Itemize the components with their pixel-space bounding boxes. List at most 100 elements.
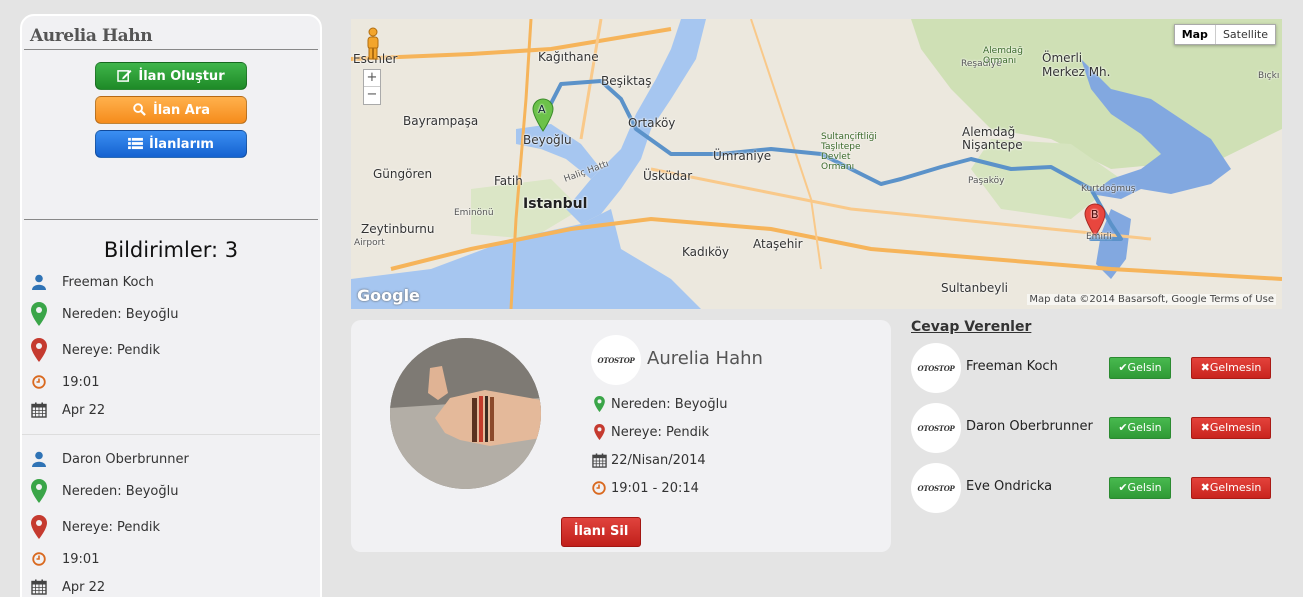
listing-date-row: 22/Nisan/2014 (591, 452, 706, 468)
map-label: Paşaköy (968, 176, 1005, 186)
responder-row: OTOSTOP Eve Ondricka ✔Gelsin ✖Gelmesin (911, 463, 1281, 513)
responder-name: Eve Ondricka (966, 479, 1053, 494)
notification-date-row: Apr 22 (28, 573, 320, 597)
notification-name-row: Daron Oberbrunner (28, 445, 320, 473)
map-label: Bıçkı (1258, 71, 1280, 81)
map-label: Üsküdar (643, 169, 693, 183)
close-icon: ✖ (1200, 361, 1210, 374)
notification-item[interactable]: Freeman Koch Nereden: Beyoğlu Nereye: Pe… (22, 268, 320, 424)
accept-button[interactable]: ✔Gelsin (1109, 477, 1171, 499)
listing-time-row: 19:01 - 20:14 (591, 480, 699, 496)
map-marker-icon (30, 515, 48, 539)
street-view-pegman-icon[interactable] (365, 27, 381, 61)
map-label: Sultançiftliği Taşlıtepe Devlet Ormanı (821, 132, 877, 172)
notification-time-row: 19:01 (28, 545, 320, 573)
responder-avatar-logo: OTOSTOP (917, 363, 955, 373)
responder-avatar: OTOSTOP (911, 463, 961, 513)
check-icon: ✔ (1118, 481, 1128, 494)
owner-avatar-logo: OTOSTOP (597, 355, 635, 365)
listing-card: OTOSTOP Aurelia Hahn Nereden: Beyoğlu Ne… (351, 320, 891, 552)
responders-title: Cevap Verenler (911, 319, 1032, 335)
route-map[interactable]: A B Esenler Kağıthane Beşiktaş Bayrampaş… (351, 19, 1282, 309)
notification-from-row: Nereden: Beyoğlu (28, 296, 320, 332)
map-label: Emirli (1086, 232, 1112, 242)
map-label: Airport (354, 238, 385, 248)
responder-row: OTOSTOP Daron Oberbrunner ✔Gelsin ✖Gelme… (911, 403, 1281, 453)
map-label: Alemdağ Nişantepe (962, 125, 1023, 152)
responder-avatar-logo: OTOSTOP (917, 483, 955, 493)
map-label: Istanbul (523, 196, 588, 212)
sidebar: Aurelia Hahn İlan Oluştur İlan Ara İlanl… (20, 14, 322, 597)
map-label: Ortaköy (628, 116, 676, 130)
map-label: Ataşehir (753, 237, 803, 251)
marker-b-label: B (1091, 208, 1099, 221)
map-marker-icon (30, 302, 48, 326)
listing-from-row: Nereden: Beyoğlu (591, 396, 727, 412)
map-label: Beyoğlu (523, 133, 572, 147)
edit-icon (117, 69, 132, 82)
list-icon (128, 137, 143, 150)
map-marker-icon (591, 396, 607, 412)
map-type-toggle: Map Satellite (1173, 24, 1276, 45)
accept-label: Gelsin (1127, 421, 1162, 434)
clock-icon (591, 480, 607, 496)
clock-icon (30, 550, 48, 568)
notification-time: 19:01 (62, 551, 100, 567)
check-icon: ✔ (1118, 421, 1128, 434)
clock-icon (30, 373, 48, 391)
my-listings-label: İlanlarım (149, 137, 214, 152)
zoom-out-button[interactable]: − (364, 87, 380, 104)
reject-button[interactable]: ✖Gelmesin (1191, 417, 1271, 439)
reject-button[interactable]: ✖Gelmesin (1191, 357, 1271, 379)
responder-avatar: OTOSTOP (911, 403, 961, 453)
delete-listing-button[interactable]: İlanı Sil (561, 517, 641, 547)
listing-to: Nereye: Pendik (611, 424, 709, 440)
notification-to-row: Nereye: Pendik (28, 332, 320, 368)
notification-date: Apr 22 (62, 579, 106, 595)
listing-time: 19:01 - 20:14 (611, 480, 699, 496)
owner-avatar: OTOSTOP (591, 335, 641, 385)
notification-time-row: 19:01 (28, 368, 320, 396)
sidebar-actions: İlan Oluştur İlan Ara İlanlarım (24, 50, 318, 220)
map-type-map-button[interactable]: Map (1175, 25, 1216, 44)
notification-to-row: Nereye: Pendik (28, 509, 320, 545)
close-icon: ✖ (1200, 481, 1210, 494)
notification-item[interactable]: Daron Oberbrunner Nereden: Beyoğlu Nerey… (22, 445, 320, 597)
map-label: Fatih (494, 174, 523, 188)
check-icon: ✔ (1118, 361, 1128, 374)
map-label: Alemdağ Ormanı (983, 46, 1023, 66)
map-label: Güngören (373, 167, 433, 181)
map-type-satellite-button[interactable]: Satellite (1216, 25, 1275, 44)
divider (22, 434, 320, 435)
map-marker-icon (30, 338, 48, 362)
map-marker-icon (30, 479, 48, 503)
create-listing-button[interactable]: İlan Oluştur (95, 62, 247, 90)
reject-button[interactable]: ✖Gelmesin (1191, 477, 1271, 499)
map-label: Bayrampaşa (403, 114, 479, 128)
responder-avatar: OTOSTOP (911, 343, 961, 393)
map-attribution[interactable]: Map data ©2014 Basarsoft, Google Terms o… (1027, 294, 1276, 305)
responder-name: Daron Oberbrunner (966, 419, 1093, 434)
responder-avatar-logo: OTOSTOP (917, 423, 955, 433)
zoom-in-button[interactable]: + (364, 70, 380, 87)
accept-button[interactable]: ✔Gelsin (1109, 357, 1171, 379)
responder-name: Freeman Koch (966, 359, 1058, 374)
user-icon (30, 450, 48, 468)
close-icon: ✖ (1200, 421, 1210, 434)
notification-to: Nereye: Pendik (62, 342, 160, 358)
notification-name-row: Freeman Koch (28, 268, 320, 296)
accept-label: Gelsin (1127, 361, 1162, 374)
notifications-title: Bildirimler: 3 (103, 238, 239, 262)
notification-date-row: Apr 22 (28, 396, 320, 424)
search-listing-button[interactable]: İlan Ara (95, 96, 247, 124)
reject-label: Gelmesin (1209, 481, 1262, 494)
zoom-control: + − (363, 69, 381, 105)
search-listing-label: İlan Ara (152, 103, 211, 118)
map-label: Ümraniye (713, 149, 772, 163)
accept-label: Gelsin (1127, 481, 1162, 494)
calendar-icon (30, 578, 48, 596)
map-label: Zeytinburnu (361, 222, 435, 236)
my-listings-button[interactable]: İlanlarım (95, 130, 247, 158)
accept-button[interactable]: ✔Gelsin (1109, 417, 1171, 439)
notification-time: 19:01 (62, 374, 100, 390)
